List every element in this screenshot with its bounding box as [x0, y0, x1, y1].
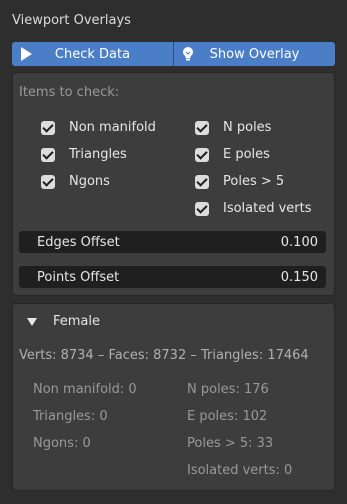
checkbox-label: N poles	[223, 120, 272, 135]
checkbox-label: Poles > 5	[223, 174, 285, 189]
items-to-check-label: Items to check:	[19, 85, 120, 100]
stat-isolated-verts: Isolated verts: 0	[187, 463, 293, 478]
checkmark-icon	[41, 147, 55, 162]
show-overlay-button[interactable]: Show Overlay	[173, 42, 335, 66]
stat-triangles: Triangles: 0	[33, 409, 108, 424]
checkbox-triangles[interactable]: Triangles	[41, 147, 127, 162]
checkmark-icon	[41, 120, 55, 135]
action-buttons: Check Data Show Overlay	[12, 42, 335, 66]
stat-non-manifold: Non manifold: 0	[33, 382, 137, 397]
edges-offset-label: Edges Offset	[37, 234, 120, 250]
checkmark-icon	[195, 174, 209, 189]
checkbox-ngons[interactable]: Ngons	[41, 174, 110, 189]
play-icon	[18, 46, 34, 62]
checkbox-label: Isolated verts	[223, 201, 312, 216]
checkmark-icon	[195, 201, 209, 216]
checkbox-n-poles[interactable]: N poles	[195, 120, 271, 135]
points-offset-value: 0.150	[280, 269, 318, 285]
checkbox-isolated-verts[interactable]: Isolated verts	[195, 201, 312, 216]
stat-e-poles: E poles: 102	[187, 409, 268, 424]
checkbox-poles-over-5[interactable]: Poles > 5	[195, 174, 284, 189]
checkbox-label: E poles	[223, 147, 270, 162]
edges-offset-value: 0.100	[280, 234, 318, 250]
checkbox-label: Non manifold	[69, 120, 156, 135]
panel-title: Viewport Overlays	[12, 13, 131, 28]
points-offset-field[interactable]: Points Offset 0.150	[19, 266, 326, 288]
checkbox-e-poles[interactable]: E poles	[195, 147, 270, 162]
show-overlay-label: Show Overlay	[209, 46, 300, 62]
checkmark-icon	[195, 120, 209, 135]
checkbox-label: Triangles	[69, 147, 127, 162]
stat-ngons: Ngons: 0	[33, 436, 91, 451]
object-name: Female	[53, 314, 101, 329]
lightbulb-icon	[180, 46, 196, 62]
checkmark-icon	[195, 147, 209, 162]
check-data-label: Check Data	[54, 46, 131, 62]
checkbox-label: Ngons	[69, 174, 110, 189]
checks-panel: Items to check: Non manifold Triangles N…	[12, 72, 335, 296]
object-subpanel-header[interactable]: Female	[27, 314, 100, 329]
checkmark-icon	[41, 174, 55, 189]
stat-poles-over-5: Poles > 5: 33	[187, 436, 274, 451]
edges-offset-field[interactable]: Edges Offset 0.100	[19, 231, 326, 253]
check-data-button[interactable]: Check Data	[12, 42, 173, 66]
checkbox-non-manifold[interactable]: Non manifold	[41, 120, 156, 135]
triangle-down-icon	[27, 317, 37, 326]
object-stats-panel: Female Verts: 8734 – Faces: 8732 – Trian…	[12, 303, 335, 491]
points-offset-label: Points Offset	[37, 269, 120, 285]
stat-n-poles: N poles: 176	[187, 382, 269, 397]
mesh-summary: Verts: 8734 – Faces: 8732 – Triangles: 1…	[19, 348, 309, 363]
